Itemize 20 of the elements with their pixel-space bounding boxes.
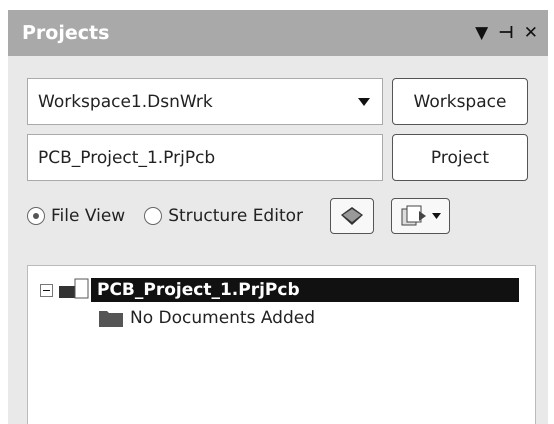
radio-button[interactable] bbox=[27, 207, 45, 225]
menu-caret-icon[interactable]: ▼ bbox=[475, 23, 488, 43]
radio-label[interactable]: File View bbox=[51, 206, 126, 226]
documents-menu-button[interactable] bbox=[391, 198, 450, 234]
pin-icon[interactable]: ⊣ bbox=[498, 23, 514, 43]
tree-item[interactable]: PCB_Project_1.PrjPcb bbox=[91, 278, 519, 302]
project-field[interactable]: PCB_Project_1.PrjPcb bbox=[27, 134, 383, 181]
tree-item[interactable]: No Documents Added bbox=[124, 306, 322, 330]
close-icon[interactable]: ✕ bbox=[524, 23, 538, 43]
panel-title: Projects bbox=[22, 22, 110, 44]
documents-icon bbox=[400, 205, 428, 227]
caret-icon bbox=[432, 213, 441, 219]
workspace-dropdown[interactable]: Workspace1.DsnWrk bbox=[27, 78, 383, 125]
radio-label[interactable]: Structure Editor bbox=[168, 206, 303, 226]
collapse-toggle-icon[interactable] bbox=[40, 284, 53, 296]
workspace-button[interactable]: Workspace bbox=[392, 78, 528, 125]
project-button[interactable]: Project bbox=[392, 134, 528, 181]
folder-icon bbox=[98, 308, 124, 328]
radio-button[interactable] bbox=[144, 207, 162, 225]
caret-icon bbox=[358, 98, 370, 106]
